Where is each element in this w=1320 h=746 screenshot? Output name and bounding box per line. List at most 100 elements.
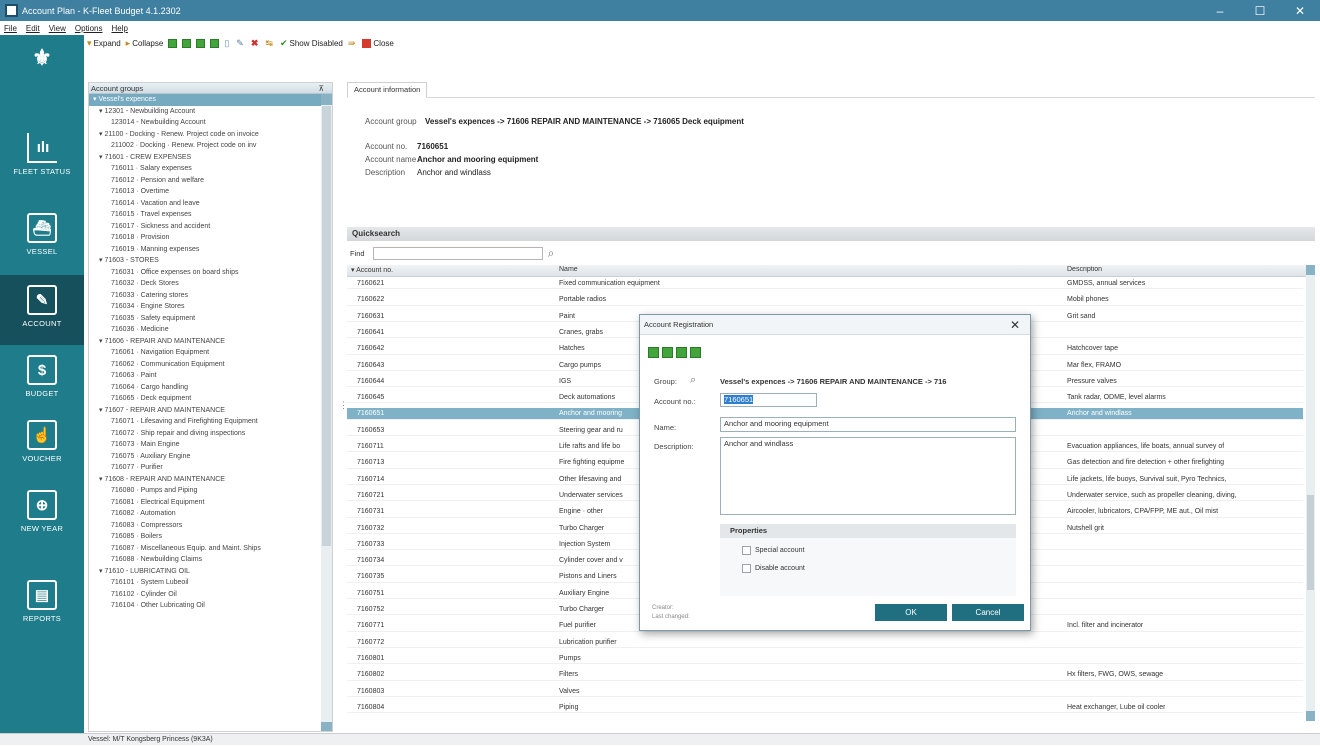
tree-node[interactable]: 716085 · Boilers (89, 531, 332, 543)
tab-account-information[interactable]: Account information (347, 82, 428, 98)
tree-node[interactable]: 716080 · Pumps and Piping (89, 485, 332, 497)
tree-node[interactable]: ▾ 71610 - LUBRICATING OIL (89, 566, 332, 578)
maximize-button[interactable]: ☐ (1240, 4, 1280, 18)
search-icon[interactable]: ⌕ (548, 246, 555, 261)
table-row[interactable]: 7160803 Valves (347, 686, 1303, 697)
tree-node[interactable]: ▾ 71601 - CREW EXPENSES (89, 152, 332, 164)
edit-account-button[interactable] (210, 38, 220, 48)
tree-node[interactable]: ▾ 71608 - REPAIR AND MAINTENANCE (89, 474, 332, 486)
account-no-field[interactable]: 7160651 (720, 393, 817, 407)
edit-group-button[interactable] (196, 38, 206, 48)
tree-node[interactable]: ▾ Vessel's expences (89, 94, 332, 106)
col-description[interactable]: Description (1067, 266, 1102, 273)
sidebar-item-account[interactable]: ✎ ACCOUNT (0, 275, 84, 345)
tree-node[interactable]: 211002 · Docking · Renew. Project code o… (89, 140, 332, 152)
find-input[interactable] (372, 246, 543, 260)
tree-node[interactable]: 716081 · Electrical Equipment (89, 497, 332, 509)
tree-node[interactable]: 716035 · Safety equipment (89, 313, 332, 325)
move-button[interactable]: ↹ (265, 38, 275, 49)
scroll-up-button[interactable] (321, 94, 332, 105)
new-icon[interactable] (662, 347, 673, 358)
tree-node[interactable]: 716034 · Engine Stores (89, 301, 332, 313)
tree-node[interactable]: ▾ 12301 - Newbuilding Account (89, 106, 332, 118)
special-account-checkbox[interactable]: Special account (742, 546, 804, 555)
close-button[interactable]: Close (362, 38, 394, 48)
tree-node[interactable]: 716032 · Deck Stores (89, 278, 332, 290)
tree-node[interactable]: 716072 · Ship repair and diving inspecti… (89, 428, 332, 440)
sidebar-item-budget[interactable]: $ BUDGET (0, 355, 84, 398)
menu-file[interactable]: File (4, 24, 17, 33)
menu-help[interactable]: Help (111, 24, 127, 33)
document-button[interactable]: ▯ (224, 38, 231, 49)
tree-node[interactable]: 716101 · System Lubeoil (89, 577, 332, 589)
save-icon[interactable] (648, 347, 659, 358)
tree-node[interactable]: 716063 · Paint (89, 370, 332, 382)
disable-account-checkbox[interactable]: Disable account (742, 564, 805, 573)
scroll-thumb[interactable] (1307, 495, 1314, 590)
add-account-button[interactable] (182, 38, 192, 48)
tree-node[interactable]: 716065 · Deck equipment (89, 393, 332, 405)
tree-node[interactable]: 716061 · Navigation Equipment (89, 347, 332, 359)
tree-node[interactable]: 716011 · Salary expenses (89, 163, 332, 175)
add-group-button[interactable] (168, 38, 178, 48)
name-field[interactable]: Anchor and mooring equipment (720, 417, 1016, 432)
table-row[interactable]: 7160802 Filters Hx filters, FWG, OWS, sewa… (347, 669, 1303, 681)
tree-node[interactable]: 716036 · Medicine (89, 324, 332, 336)
tree-node[interactable]: ▾ 21100 - Docking - Renew. Project code … (89, 129, 332, 141)
tree-node[interactable]: 716064 · Cargo handling (89, 382, 332, 394)
tree-node[interactable]: 716075 · Auxiliary Engine (89, 451, 332, 463)
table-row[interactable]: 7160772 Lubrication purifier (347, 637, 1303, 648)
menu-view[interactable]: View (49, 24, 66, 33)
scroll-thumb[interactable] (322, 106, 331, 546)
description-field[interactable]: Anchor and windlass (720, 437, 1016, 515)
tree-node[interactable]: 716015 · Travel expenses (89, 209, 332, 221)
table-row[interactable]: 7160804 Piping Heat exchanger, Lube oil co… (347, 702, 1303, 714)
cancel-button[interactable]: Cancel (952, 604, 1024, 621)
tree-node[interactable]: 716062 · Communication Equipment (89, 359, 332, 371)
close-window-button[interactable]: ✕ (1280, 4, 1320, 18)
tree-node[interactable]: 716077 · Purifier (89, 462, 332, 474)
scroll-up-button[interactable] (1306, 265, 1315, 275)
table-row[interactable]: 7160622 Portable radios Mobil phones (347, 294, 1303, 306)
tree-node[interactable]: 716014 · Vacation and leave (89, 198, 332, 210)
tree-node[interactable]: 716071 · Lifesaving and Firefighting Equ… (89, 416, 332, 428)
sidebar-item-voucher[interactable]: ☝ VOUCHER (0, 420, 84, 463)
tree-node[interactable]: 716083 · Compressors (89, 520, 332, 532)
tree-node[interactable]: ▾ 71607 - REPAIR AND MAINTENANCE (89, 405, 332, 417)
sidebar-item-vessel[interactable]: ⛴ VESSEL (0, 213, 84, 256)
group-search-icon[interactable]: ⌕ (690, 374, 696, 387)
sidebar-item-new-year[interactable]: ⊕ NEW YEAR (0, 490, 84, 533)
delete-button[interactable]: ✖ (251, 38, 261, 49)
tree-node[interactable]: 716012 · Pension and welfare (89, 175, 332, 187)
tree-node[interactable]: ▾ 71606 - REPAIR AND MAINTENANCE (89, 336, 332, 348)
pin-icon[interactable]: ⊼ (319, 83, 325, 94)
tree-node[interactable]: 716087 · Miscellaneous Equip. and Maint.… (89, 543, 332, 555)
tree-node[interactable]: 716031 · Office expenses on board ships (89, 267, 332, 279)
tree-node[interactable]: 716013 · Overtime (89, 186, 332, 198)
edit-button[interactable]: ✎ (236, 38, 246, 49)
tree-scrollbar[interactable] (321, 94, 332, 731)
table-row[interactable]: 7160621 Fixed communication equipment GMDS… (347, 278, 1303, 290)
refresh-icon[interactable] (690, 347, 701, 358)
tree-node[interactable]: 716104 · Other Lubricating Oil (89, 600, 332, 612)
tree-node[interactable]: 716019 · Manning expenses (89, 244, 332, 256)
dialog-close-button[interactable]: ✕ (1010, 315, 1020, 335)
tree-node[interactable]: 716017 · Sickness and accident (89, 221, 332, 233)
tree-node[interactable]: 716018 · Provision (89, 232, 332, 244)
menu-edit[interactable]: Edit (26, 24, 40, 33)
tree-node[interactable]: ▾ 71603 - STORES (89, 255, 332, 267)
grid-scrollbar[interactable] (1306, 265, 1315, 721)
tree-node[interactable]: 716082 · Automation (89, 508, 332, 520)
tree-node[interactable]: 716102 · Cylinder Oil (89, 589, 332, 601)
sidebar-item-fleet-status[interactable]: ılı FLEET STATUS (0, 133, 84, 176)
scroll-down-button[interactable] (321, 722, 332, 731)
export-button[interactable]: ⇛ (348, 38, 358, 49)
menu-options[interactable]: Options (75, 24, 103, 33)
show-disabled-button[interactable]: ✔ Show Disabled (280, 38, 343, 49)
col-name[interactable]: Name (559, 266, 578, 273)
ok-button[interactable]: OK (875, 604, 947, 621)
copy-icon[interactable] (676, 347, 687, 358)
collapse-button[interactable]: ▸ Collapse (126, 38, 164, 49)
tree-node[interactable]: 716073 · Main Engine (89, 439, 332, 451)
sidebar-item-reports[interactable]: ▤ REPORTS (0, 580, 84, 623)
